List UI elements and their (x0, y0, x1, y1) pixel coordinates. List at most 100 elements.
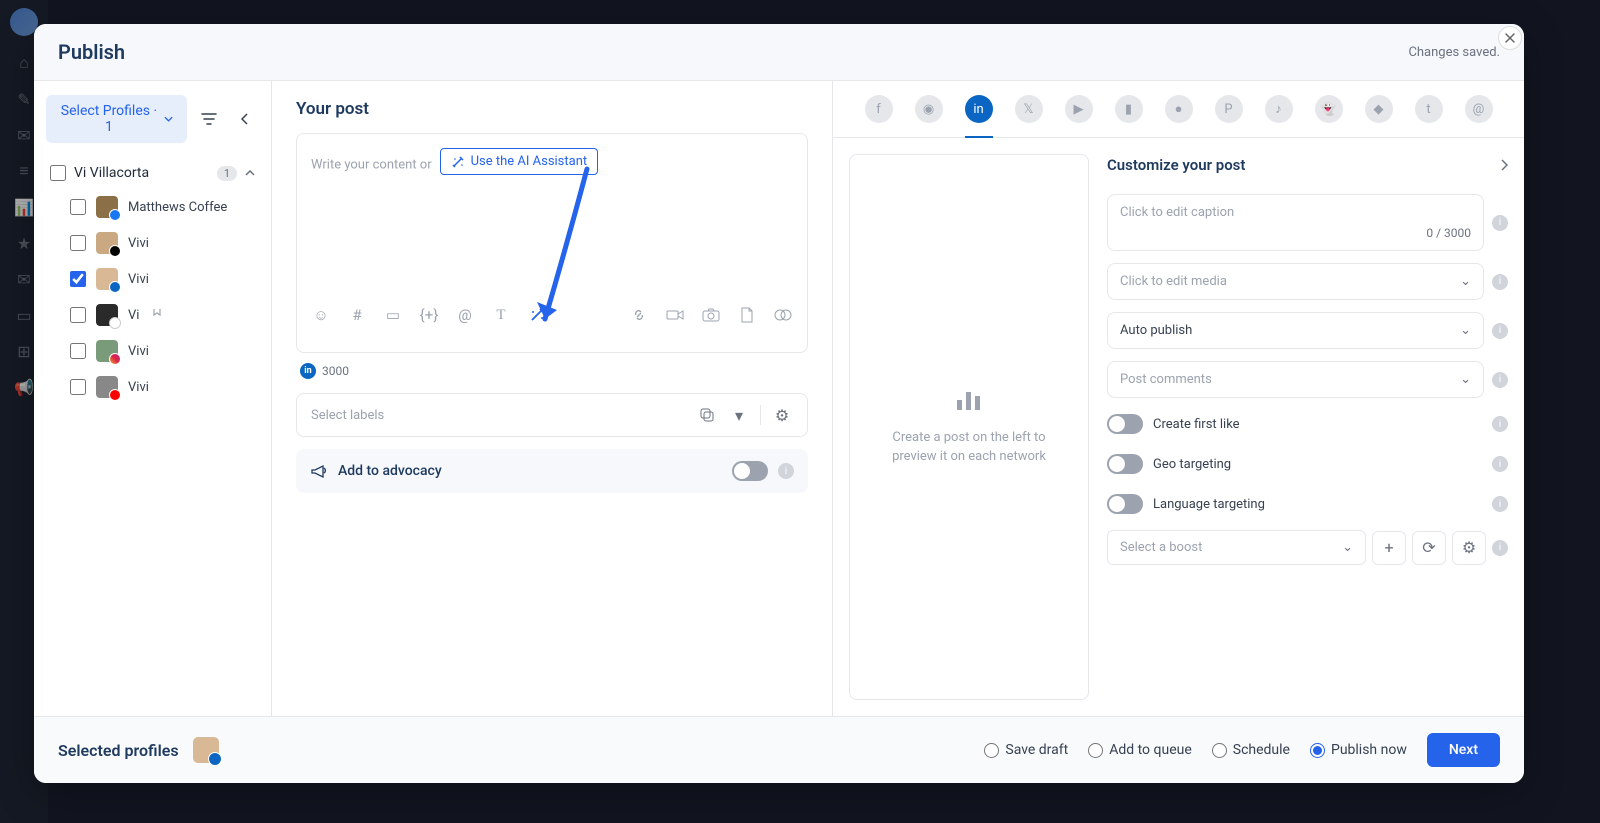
profile-name: Vivi (128, 272, 149, 287)
reddit-tab-icon[interactable]: ● (1165, 95, 1193, 123)
ai-wand-icon[interactable] (527, 305, 547, 325)
info-icon[interactable]: i (1492, 416, 1508, 432)
profile-name: Vivi (128, 380, 149, 395)
instagram-tab-icon[interactable]: ◉ (915, 95, 943, 123)
info-icon[interactable]: i (1492, 496, 1508, 512)
comments-placeholder: Post comments (1120, 372, 1212, 387)
avatar (96, 376, 118, 398)
text-format-icon[interactable]: T (491, 305, 511, 325)
profile-checkbox[interactable] (70, 235, 86, 251)
profile-checkbox[interactable] (70, 271, 86, 287)
youtube-tab-icon[interactable]: ▶ (1065, 95, 1093, 123)
profile-checkbox[interactable] (70, 307, 86, 323)
close-button[interactable] (1498, 26, 1522, 50)
overlap-icon[interactable] (773, 305, 793, 325)
collapse-icon[interactable] (231, 105, 259, 133)
gmb-tab-icon[interactable]: ▮ (1115, 95, 1143, 123)
labels-selector[interactable]: Select labels ▾ ⚙ (296, 393, 808, 437)
profile-item[interactable]: Vi (46, 297, 259, 333)
group-name: Vi Villacorta (74, 165, 209, 181)
filter-icon[interactable] (195, 105, 223, 133)
advocacy-toggle[interactable] (732, 461, 768, 481)
profile-item[interactable]: Matthews Coffee (46, 189, 259, 225)
tiktok-tab-icon[interactable]: ♪ (1265, 95, 1293, 123)
avatar (96, 268, 118, 290)
publish-now-option[interactable]: Publish now (1310, 742, 1407, 758)
composer-placeholder: Write your content or (311, 158, 432, 173)
boost-refresh-button[interactable]: ⟳ (1412, 531, 1446, 565)
language-toggle[interactable] (1107, 494, 1143, 514)
variable-icon[interactable]: {+} (419, 305, 439, 325)
profile-checkbox[interactable] (70, 199, 86, 215)
profiles-panel: Select Profiles · 1 Vi Villacorta 1 (34, 81, 272, 716)
first-like-toggle[interactable] (1107, 414, 1143, 434)
customize-panel: Customize your post Click to edit captio… (1107, 154, 1508, 700)
profile-checkbox[interactable] (70, 379, 86, 395)
group-checkbox[interactable] (50, 165, 66, 181)
x-tab-icon[interactable]: 𝕏 (1015, 95, 1043, 123)
boost-add-button[interactable]: + (1372, 531, 1406, 565)
customize-header[interactable]: Customize your post (1107, 154, 1508, 182)
selected-profile-avatar[interactable] (193, 737, 219, 763)
info-icon[interactable]: i (1492, 215, 1508, 231)
profile-item[interactable]: Vivi (46, 225, 259, 261)
hashtag-icon[interactable]: # (347, 305, 367, 325)
pinterest-tab-icon[interactable]: P (1215, 95, 1243, 123)
save-draft-option[interactable]: Save draft (984, 742, 1068, 758)
bluesky-tab-icon[interactable]: ◆ (1365, 95, 1393, 123)
geo-toggle[interactable] (1107, 454, 1143, 474)
publish-mode-select[interactable]: Auto publish ⌄ (1107, 312, 1484, 349)
info-icon[interactable]: i (1492, 274, 1508, 290)
labels-settings-icon[interactable]: ⚙ (771, 404, 793, 426)
media-field[interactable]: Click to edit media ⌄ (1107, 263, 1484, 300)
geo-label: Geo targeting (1153, 457, 1482, 472)
advocacy-row: Add to advocacy i (296, 449, 808, 493)
info-icon[interactable]: i (1492, 323, 1508, 339)
info-icon[interactable]: i (778, 463, 794, 479)
modal-footer: Selected profiles Save draft Add to queu… (34, 716, 1524, 783)
ai-assistant-button[interactable]: Use the AI Assistant (440, 148, 599, 175)
post-composer[interactable]: Write your content or Use the AI Assista… (296, 133, 808, 353)
next-button[interactable]: Next (1427, 733, 1500, 767)
emoji-icon[interactable]: ☺ (311, 305, 331, 325)
publish-now-radio[interactable] (1310, 743, 1325, 758)
profile-item[interactable]: Vivi (46, 261, 259, 297)
profile-item[interactable]: Vivi (46, 369, 259, 405)
profile-checkbox[interactable] (70, 343, 86, 359)
info-icon[interactable]: i (1492, 456, 1508, 472)
publish-mode-value: Auto publish (1120, 323, 1192, 338)
comments-field[interactable]: Post comments ⌄ (1107, 361, 1484, 398)
linkedin-badge-icon (109, 281, 121, 293)
save-draft-radio[interactable] (984, 743, 999, 758)
template-icon[interactable]: ▭ (383, 305, 403, 325)
document-icon[interactable] (737, 305, 757, 325)
schedule-radio[interactable] (1212, 743, 1227, 758)
preview-hint: Create a post on the left to preview it … (870, 428, 1068, 467)
profile-item[interactable]: Vivi (46, 333, 259, 369)
info-icon[interactable]: i (1492, 540, 1508, 556)
facebook-tab-icon[interactable]: f (865, 95, 893, 123)
labels-dropdown-icon[interactable]: ▾ (728, 404, 750, 426)
boost-settings-button[interactable]: ⚙ (1452, 531, 1486, 565)
char-limit: 3000 (322, 364, 349, 378)
labels-link-icon[interactable] (696, 404, 718, 426)
add-queue-radio[interactable] (1088, 743, 1103, 758)
select-profiles-button[interactable]: Select Profiles · 1 (46, 95, 187, 143)
linkedin-tab-icon[interactable]: in (965, 95, 993, 123)
link-icon[interactable] (629, 305, 649, 325)
profile-name: Vivi (128, 236, 149, 251)
tumblr-tab-icon[interactable]: t (1415, 95, 1443, 123)
schedule-option[interactable]: Schedule (1212, 742, 1290, 758)
caption-field[interactable]: Click to edit caption 0 / 3000 (1107, 194, 1484, 251)
mention-icon[interactable]: @ (455, 305, 475, 325)
add-queue-option[interactable]: Add to queue (1088, 742, 1192, 758)
select-profiles-label: Select Profiles · 1 (60, 103, 158, 135)
snapchat-tab-icon[interactable]: 👻 (1315, 95, 1343, 123)
video-icon[interactable] (665, 305, 685, 325)
boost-select[interactable]: Select a boost ⌄ (1107, 530, 1366, 565)
threads-tab-icon[interactable]: @ (1465, 95, 1493, 123)
info-icon[interactable]: i (1492, 372, 1508, 388)
chevron-right-icon (1500, 159, 1508, 171)
camera-icon[interactable] (701, 305, 721, 325)
profile-group-header[interactable]: Vi Villacorta 1 (46, 157, 259, 189)
